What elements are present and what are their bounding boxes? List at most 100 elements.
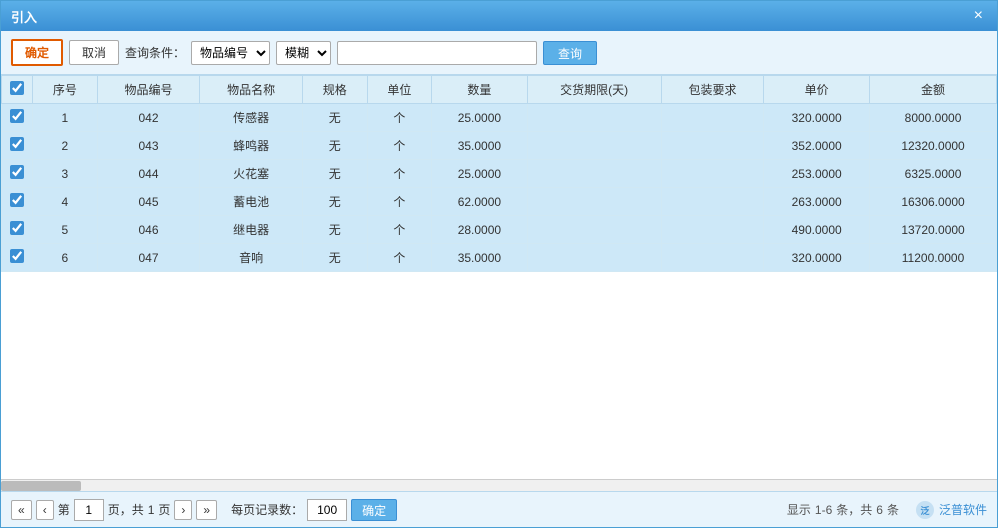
row-cell: 11200.0000: [870, 244, 997, 272]
total-count: 6: [876, 503, 883, 517]
row-cell: 无: [302, 104, 367, 132]
row-cell: 5: [33, 216, 98, 244]
row-cell: 16306.0000: [870, 188, 997, 216]
header-code: 物品编号: [97, 76, 200, 104]
row-cell: 无: [302, 132, 367, 160]
row-cell: 无: [302, 244, 367, 272]
title-bar: 引入 ×: [1, 1, 997, 31]
row-cell: 个: [367, 188, 432, 216]
row-cell: 35.0000: [432, 132, 527, 160]
brand-logo: 泛 泛普软件: [915, 500, 987, 520]
table-row: 3044火花塞无个25.0000253.00006325.0000: [2, 160, 997, 188]
row-checkbox-cell[interactable]: [2, 160, 33, 188]
toolbar: 确定 取消 查询条件： 物品编号 物品名称 规格 模糊 精确 查询: [1, 31, 997, 75]
row-cell: 个: [367, 160, 432, 188]
row-cell: 25.0000: [432, 104, 527, 132]
row-checkbox[interactable]: [10, 165, 24, 179]
header-seq: 序号: [33, 76, 98, 104]
row-cell: 传感器: [200, 104, 303, 132]
row-checkbox[interactable]: [10, 193, 24, 207]
row-cell: 046: [97, 216, 200, 244]
horizontal-scrollbar[interactable]: [1, 479, 997, 491]
row-cell: 25.0000: [432, 160, 527, 188]
display-range: 1-6: [815, 503, 832, 517]
row-cell: 蜂鸣器: [200, 132, 303, 160]
status-bar: « ‹ 第 页，共 1 页 › » 每页记录数： 确定 显示 1-6 条，共 6…: [1, 491, 997, 527]
row-cell: 蓄电池: [200, 188, 303, 216]
first-page-button[interactable]: «: [11, 500, 32, 520]
select-all-checkbox[interactable]: [10, 81, 24, 95]
row-cell: 个: [367, 132, 432, 160]
row-cell: 无: [302, 160, 367, 188]
search-button[interactable]: 查询: [543, 41, 597, 65]
row-checkbox-cell[interactable]: [2, 104, 33, 132]
row-cell: 045: [97, 188, 200, 216]
table-header-row: 序号 物品编号 物品名称 规格 单位 数量 交货期限(天) 包装要求 单价 金额: [2, 76, 997, 104]
records-per-page-input[interactable]: [307, 499, 347, 521]
confirm-button[interactable]: 确定: [11, 39, 63, 66]
row-cell: 043: [97, 132, 200, 160]
header-spec: 规格: [302, 76, 367, 104]
row-cell: 6325.0000: [870, 160, 997, 188]
row-checkbox-cell[interactable]: [2, 188, 33, 216]
row-checkbox[interactable]: [10, 137, 24, 151]
row-cell: 62.0000: [432, 188, 527, 216]
row-checkbox-cell[interactable]: [2, 244, 33, 272]
row-checkbox-cell[interactable]: [2, 216, 33, 244]
next-page-button[interactable]: ›: [174, 500, 192, 520]
table-row: 1042传感器无个25.0000320.00008000.0000: [2, 104, 997, 132]
row-cell: [527, 104, 661, 132]
data-table: 序号 物品编号 物品名称 规格 单位 数量 交货期限(天) 包装要求 单价 金额…: [1, 75, 997, 272]
table-row: 5046继电器无个28.0000490.000013720.0000: [2, 216, 997, 244]
page-confirm-button[interactable]: 确定: [351, 499, 397, 521]
field-select[interactable]: 物品编号 物品名称 规格: [191, 41, 270, 65]
row-cell: 35.0000: [432, 244, 527, 272]
page-prefix-label: 第: [58, 501, 70, 518]
row-cell: [661, 244, 764, 272]
close-button[interactable]: ×: [970, 8, 987, 24]
row-cell: 6: [33, 244, 98, 272]
row-cell: [661, 188, 764, 216]
row-cell: 无: [302, 188, 367, 216]
svg-text:泛: 泛: [920, 505, 929, 516]
row-checkbox-cell[interactable]: [2, 132, 33, 160]
row-cell: 2: [33, 132, 98, 160]
row-checkbox[interactable]: [10, 221, 24, 235]
row-cell: [661, 104, 764, 132]
row-cell: 352.0000: [764, 132, 870, 160]
row-cell: 320.0000: [764, 244, 870, 272]
match-select[interactable]: 模糊 精确: [276, 41, 331, 65]
page-number-input[interactable]: [74, 499, 104, 521]
row-cell: 无: [302, 216, 367, 244]
row-cell: 044: [97, 160, 200, 188]
query-condition-label: 查询条件：: [125, 44, 185, 61]
row-cell: 音响: [200, 244, 303, 272]
row-cell: 28.0000: [432, 216, 527, 244]
header-unit: 单位: [367, 76, 432, 104]
row-cell: 320.0000: [764, 104, 870, 132]
row-checkbox[interactable]: [10, 109, 24, 123]
row-cell: 8000.0000: [870, 104, 997, 132]
prev-page-button[interactable]: ‹: [36, 500, 54, 520]
row-cell: 253.0000: [764, 160, 870, 188]
row-cell: 4: [33, 188, 98, 216]
table-area: 序号 物品编号 物品名称 规格 单位 数量 交货期限(天) 包装要求 单价 金额…: [1, 75, 997, 479]
row-cell: 263.0000: [764, 188, 870, 216]
row-cell: 火花塞: [200, 160, 303, 188]
row-checkbox[interactable]: [10, 249, 24, 263]
row-cell: 12320.0000: [870, 132, 997, 160]
row-cell: [661, 132, 764, 160]
header-price: 单价: [764, 76, 870, 104]
search-input[interactable]: [337, 41, 537, 65]
table-row: 4045蓄电池无个62.0000 263.000016306.0000: [2, 188, 997, 216]
cancel-button[interactable]: 取消: [69, 40, 119, 65]
brand-icon: 泛: [915, 500, 935, 520]
table-row: 6047音响无个35.0000320.000011200.0000: [2, 244, 997, 272]
row-cell: [527, 244, 661, 272]
last-page-button[interactable]: »: [196, 500, 217, 520]
header-name: 物品名称: [200, 76, 303, 104]
row-cell: 个: [367, 216, 432, 244]
row-cell: [661, 216, 764, 244]
row-cell: 继电器: [200, 216, 303, 244]
table-row: 2043蜂鸣器无个35.0000 352.000012320.0000: [2, 132, 997, 160]
